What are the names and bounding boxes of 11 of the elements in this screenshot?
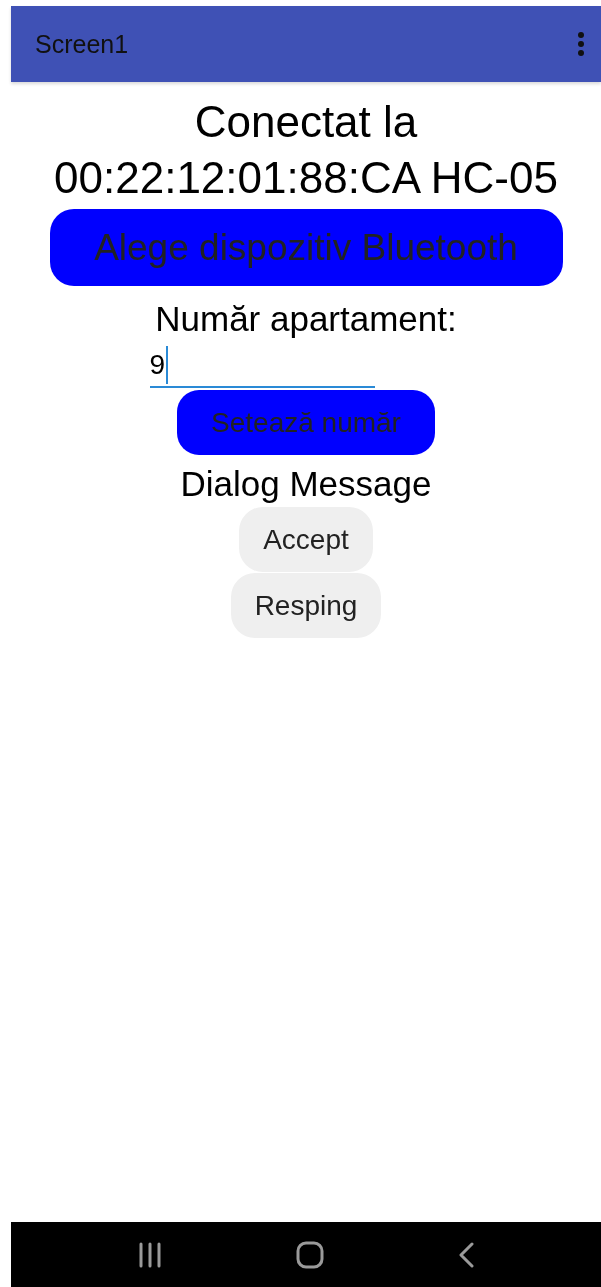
recent-apps-icon[interactable]: [138, 1241, 162, 1268]
dialog-message: Dialog Message: [180, 463, 432, 505]
dialog-button[interactable]: Resping: [230, 573, 382, 638]
connection-status: Conectat la 00:22:12:01:88:CA HC-05: [53, 96, 559, 204]
dialog-button[interactable]: Accept: [239, 507, 373, 572]
screen-title: Screen1: [35, 29, 129, 59]
back-icon[interactable]: [458, 1241, 474, 1268]
apartment-label: Număr apartament:: [155, 298, 457, 340]
more-options-icon[interactable]: [577, 31, 585, 57]
apartment-input-field[interactable]: 9: [149, 344, 375, 388]
home-icon[interactable]: [296, 1240, 324, 1269]
